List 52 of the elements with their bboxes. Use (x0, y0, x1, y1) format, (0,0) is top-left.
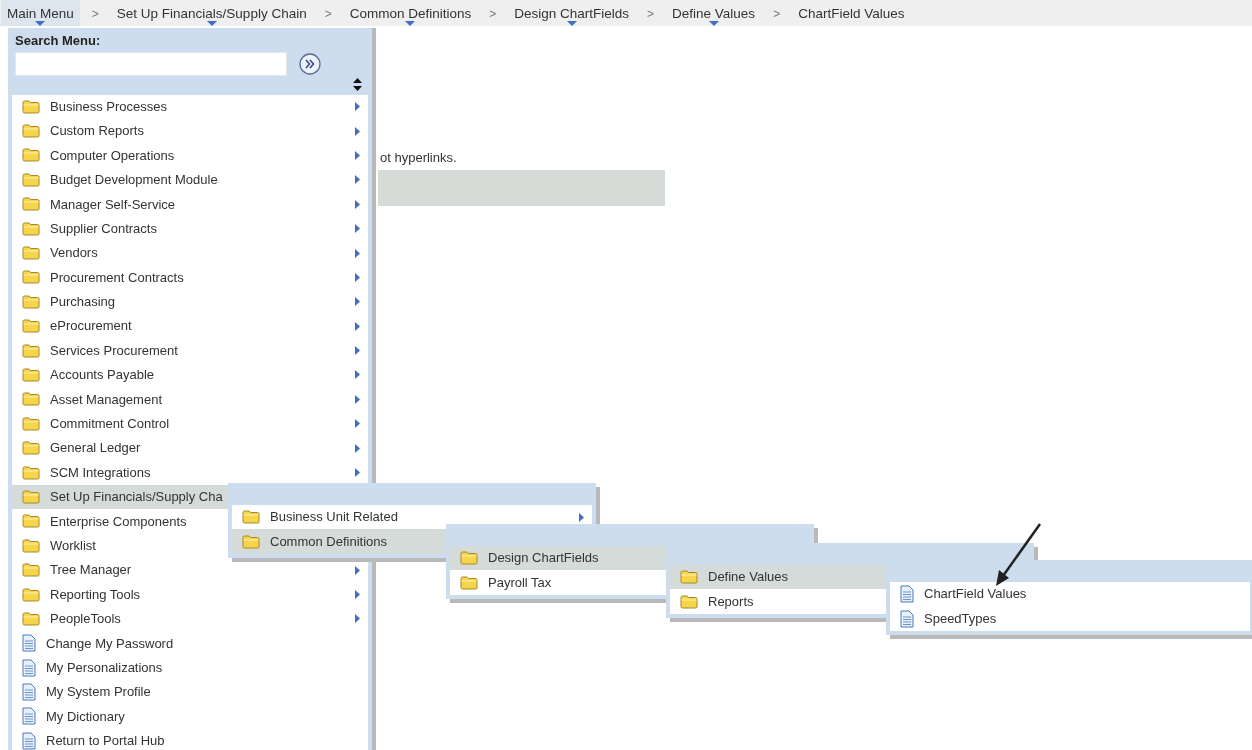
folder-icon (22, 392, 40, 407)
folder-icon (22, 319, 40, 334)
folder-icon (22, 294, 40, 309)
breadcrumb-link[interactable]: Common Definitions (343, 0, 478, 26)
search-field[interactable] (15, 51, 287, 76)
folder-icon (22, 124, 40, 139)
folder-icon (22, 246, 40, 261)
breadcrumb-separator: > (91, 6, 99, 23)
folder-icon (22, 441, 40, 456)
folder-icon (680, 570, 698, 585)
folder-icon (22, 197, 40, 212)
folder-icon (22, 172, 40, 187)
folder-icon (22, 538, 40, 553)
document-icon (22, 731, 36, 750)
folder-icon (680, 594, 698, 609)
pointer-arrow (993, 522, 1043, 588)
go-button-icon[interactable] (299, 52, 321, 75)
folder-icon (22, 148, 40, 163)
breadcrumb-separator: > (489, 6, 497, 23)
breadcrumb-separator: > (773, 6, 781, 23)
breadcrumb-link[interactable]: Set Up Financials/Supply Chain (110, 0, 313, 26)
folder-icon (460, 575, 478, 590)
folder-icon (22, 368, 40, 382)
breadcrumb-separator: > (324, 6, 332, 23)
folder-icon (22, 489, 40, 504)
folder-icon (242, 510, 260, 525)
breadcrumb-link[interactable]: Define Values (666, 0, 762, 26)
folder-icon (22, 587, 40, 602)
document-icon (22, 707, 36, 726)
breadcrumb-link[interactable]: Main Menu (1, 0, 80, 26)
folder-icon (22, 99, 40, 114)
folder-icon (22, 611, 40, 626)
folder-icon (22, 465, 40, 480)
document-icon (900, 609, 914, 628)
folder-icon (22, 221, 40, 236)
instruction-text: ot hyperlinks. (380, 149, 458, 167)
folder-icon (22, 343, 40, 358)
breadcrumb-separator: > (647, 6, 655, 23)
breadcrumb-link[interactable]: ChartField Values (792, 0, 911, 26)
sort-icon[interactable] (353, 77, 362, 91)
document-icon (22, 683, 36, 702)
folder-icon (22, 270, 40, 285)
folder-icon (22, 514, 40, 529)
folder-icon (22, 563, 40, 578)
document-icon (22, 634, 36, 653)
folder-icon (22, 416, 40, 431)
document-icon (22, 658, 36, 677)
document-icon (900, 585, 914, 604)
breadcrumb-link[interactable]: Design ChartFields (508, 0, 636, 26)
folder-icon (242, 534, 260, 549)
folder-icon (460, 551, 478, 566)
search-label: Search Menu: (15, 32, 102, 50)
